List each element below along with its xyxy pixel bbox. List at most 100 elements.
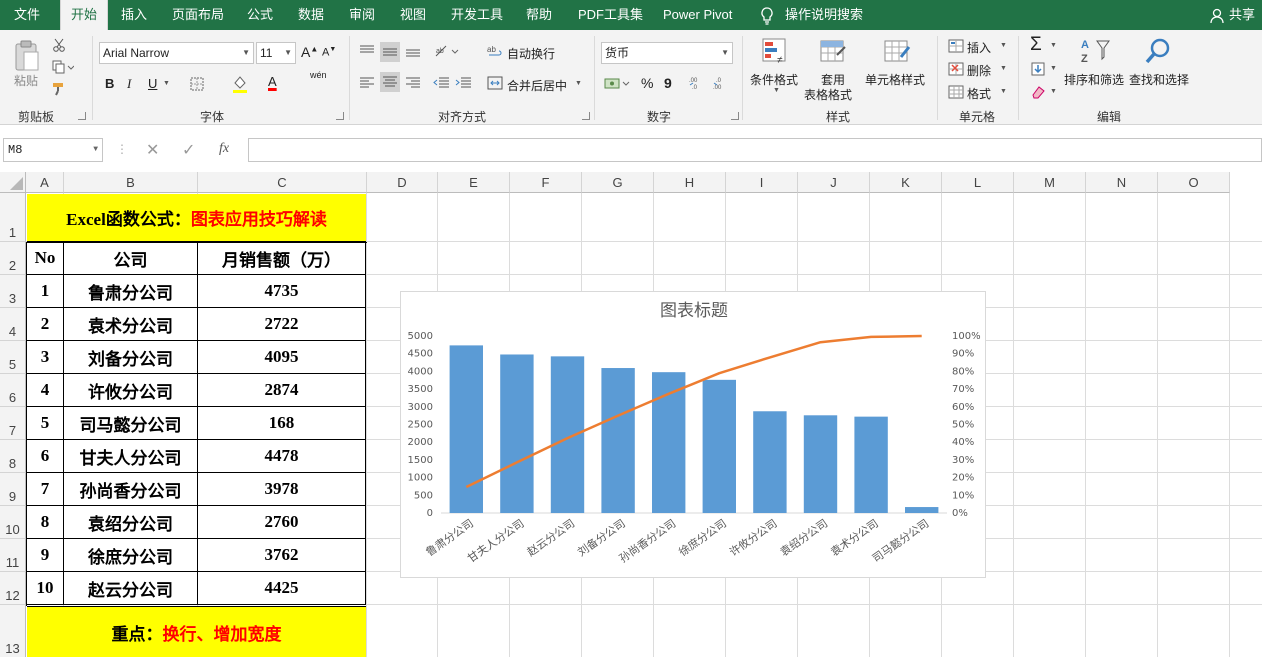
row-header-8[interactable]: 8 bbox=[0, 440, 26, 473]
sort-filter-icon[interactable]: AZ bbox=[1078, 36, 1112, 66]
name-box-dropdown-icon[interactable]: ▼ bbox=[93, 139, 98, 161]
align-top-icon[interactable] bbox=[358, 42, 376, 60]
chart-title[interactable]: 图表标题 bbox=[660, 301, 728, 321]
merge-center-icon[interactable] bbox=[486, 74, 504, 92]
font-color-button[interactable]: A bbox=[268, 74, 277, 89]
tab-data[interactable]: 数据 bbox=[298, 0, 324, 30]
table-cell-no[interactable]: 8 bbox=[27, 506, 64, 539]
font-name-select[interactable]: Arial Narrow ▼ bbox=[99, 42, 254, 64]
font-size-select[interactable]: 11 ▼ bbox=[256, 42, 296, 64]
chart-bar[interactable] bbox=[854, 416, 888, 513]
format-as-table-label-2[interactable]: 表格格式 bbox=[804, 86, 852, 103]
chart-bar[interactable] bbox=[550, 356, 585, 513]
table-cell-no[interactable]: 7 bbox=[27, 473, 64, 506]
autosum-dropdown-icon[interactable]: ▼ bbox=[1050, 42, 1057, 49]
number-format-select[interactable]: 货币 ▼ bbox=[601, 42, 733, 64]
wrap-text-button[interactable]: 自动换行 bbox=[507, 45, 555, 62]
column-header-C[interactable]: C bbox=[198, 172, 367, 193]
table-cell-sales[interactable]: 4735 bbox=[198, 275, 366, 308]
cell-styles-icon[interactable] bbox=[882, 36, 912, 66]
wrap-text-icon[interactable]: ab bbox=[486, 42, 504, 60]
autosum-icon[interactable]: Σ bbox=[1030, 34, 1042, 56]
select-all-corner[interactable] bbox=[0, 172, 26, 193]
table-header-cell[interactable]: 月销售额（万） bbox=[198, 242, 366, 275]
name-box[interactable]: M8 ▼ bbox=[3, 138, 103, 162]
table-cell-sales[interactable]: 168 bbox=[198, 407, 366, 440]
tell-me-search[interactable]: 操作说明搜索 bbox=[785, 0, 863, 30]
tab-view[interactable]: 视图 bbox=[400, 0, 426, 30]
table-cell-no[interactable]: 5 bbox=[27, 407, 64, 440]
row-header-11[interactable]: 11 bbox=[0, 539, 26, 572]
decrease-decimal-icon[interactable]: .0.00 bbox=[712, 74, 732, 92]
table-header-cell[interactable]: 公司 bbox=[64, 242, 198, 275]
increase-decimal-icon[interactable]: .00.0 bbox=[688, 74, 708, 92]
grow-font-button[interactable]: A▲ bbox=[301, 44, 318, 60]
italic-button[interactable]: I bbox=[127, 76, 131, 92]
insert-cells-icon[interactable] bbox=[947, 38, 965, 54]
tab-power-pivot[interactable]: Power Pivot bbox=[663, 0, 732, 30]
format-painter-icon[interactable] bbox=[50, 80, 68, 98]
align-middle-icon[interactable] bbox=[380, 42, 400, 62]
table-cell-company[interactable]: 甘夫人分公司 bbox=[64, 440, 198, 473]
fill-color-icon[interactable] bbox=[232, 74, 248, 94]
row-header-7[interactable]: 7 bbox=[0, 407, 26, 440]
column-header-N[interactable]: N bbox=[1086, 172, 1158, 193]
column-header-H[interactable]: H bbox=[654, 172, 726, 193]
merge-center-button[interactable]: 合并后居中 bbox=[507, 77, 567, 94]
tab-file[interactable]: 文件 bbox=[14, 0, 40, 30]
chart-bar[interactable] bbox=[753, 411, 787, 513]
cut-icon[interactable] bbox=[50, 36, 68, 54]
table-cell-company[interactable]: 刘备分公司 bbox=[64, 341, 198, 374]
formula-input[interactable] bbox=[248, 138, 1262, 162]
number-launcher-icon[interactable] bbox=[731, 112, 739, 120]
underline-button[interactable]: U bbox=[148, 76, 157, 91]
percent-button[interactable]: % bbox=[641, 75, 653, 91]
share-button[interactable]: 共享 bbox=[1229, 0, 1255, 30]
table-cell-company[interactable]: 徐庶分公司 bbox=[64, 539, 198, 572]
insert-function-button[interactable]: fx bbox=[219, 141, 229, 157]
table-cell-no[interactable]: 3 bbox=[27, 341, 64, 374]
chart-bar[interactable] bbox=[905, 507, 939, 513]
row-header-10[interactable]: 10 bbox=[0, 506, 26, 539]
table-cell-company[interactable]: 许攸分公司 bbox=[64, 374, 198, 407]
column-header-J[interactable]: J bbox=[798, 172, 870, 193]
row-header-1[interactable]: 1 bbox=[0, 193, 26, 242]
format-cells-icon[interactable] bbox=[947, 84, 965, 100]
table-cell-sales[interactable]: 2722 bbox=[198, 308, 366, 341]
column-header-D[interactable]: D bbox=[367, 172, 438, 193]
increase-indent-icon[interactable] bbox=[454, 74, 472, 92]
decrease-indent-icon[interactable] bbox=[432, 74, 450, 92]
chart-bar[interactable] bbox=[803, 415, 838, 513]
fill-icon[interactable] bbox=[1030, 61, 1046, 77]
table-cell-sales[interactable]: 4095 bbox=[198, 341, 366, 374]
tab-developer[interactable]: 开发工具 bbox=[451, 0, 503, 30]
chart-bar[interactable] bbox=[500, 354, 534, 513]
table-cell-company[interactable]: 司马懿分公司 bbox=[64, 407, 198, 440]
chart-bar[interactable] bbox=[601, 368, 635, 513]
table-cell-no[interactable]: 9 bbox=[27, 539, 64, 572]
insert-dropdown-icon[interactable]: ▼ bbox=[1000, 42, 1007, 49]
font-launcher-icon[interactable] bbox=[336, 112, 344, 120]
fill-dropdown-icon[interactable]: ▼ bbox=[1050, 65, 1057, 72]
format-cells-button[interactable]: 格式 bbox=[967, 85, 991, 102]
format-as-table-icon[interactable] bbox=[818, 36, 848, 66]
row-header-6[interactable]: 6 bbox=[0, 374, 26, 407]
table-cell-no[interactable]: 1 bbox=[27, 275, 64, 308]
row-header-9[interactable]: 9 bbox=[0, 473, 26, 506]
find-select-button[interactable]: 查找和选择 bbox=[1129, 71, 1189, 88]
alignment-launcher-icon[interactable] bbox=[582, 112, 590, 120]
column-header-G[interactable]: G bbox=[582, 172, 654, 193]
title-cell[interactable]: Excel函数公式： 图表应用技巧解读 bbox=[27, 194, 366, 242]
column-header-E[interactable]: E bbox=[438, 172, 510, 193]
table-cell-sales[interactable]: 3978 bbox=[198, 473, 366, 506]
find-select-icon[interactable] bbox=[1143, 36, 1173, 66]
delete-cells-icon[interactable] bbox=[947, 61, 965, 77]
align-left-icon[interactable] bbox=[358, 74, 376, 92]
chart-cumulative-line[interactable] bbox=[465, 334, 922, 489]
align-bottom-icon[interactable] bbox=[404, 42, 422, 60]
tab-insert[interactable]: 插入 bbox=[121, 0, 147, 30]
paste-label[interactable]: 粘贴 bbox=[14, 72, 38, 89]
row-header-4[interactable]: 4 bbox=[0, 308, 26, 341]
chart-bar[interactable] bbox=[449, 345, 483, 513]
clipboard-launcher-icon[interactable] bbox=[78, 112, 86, 120]
